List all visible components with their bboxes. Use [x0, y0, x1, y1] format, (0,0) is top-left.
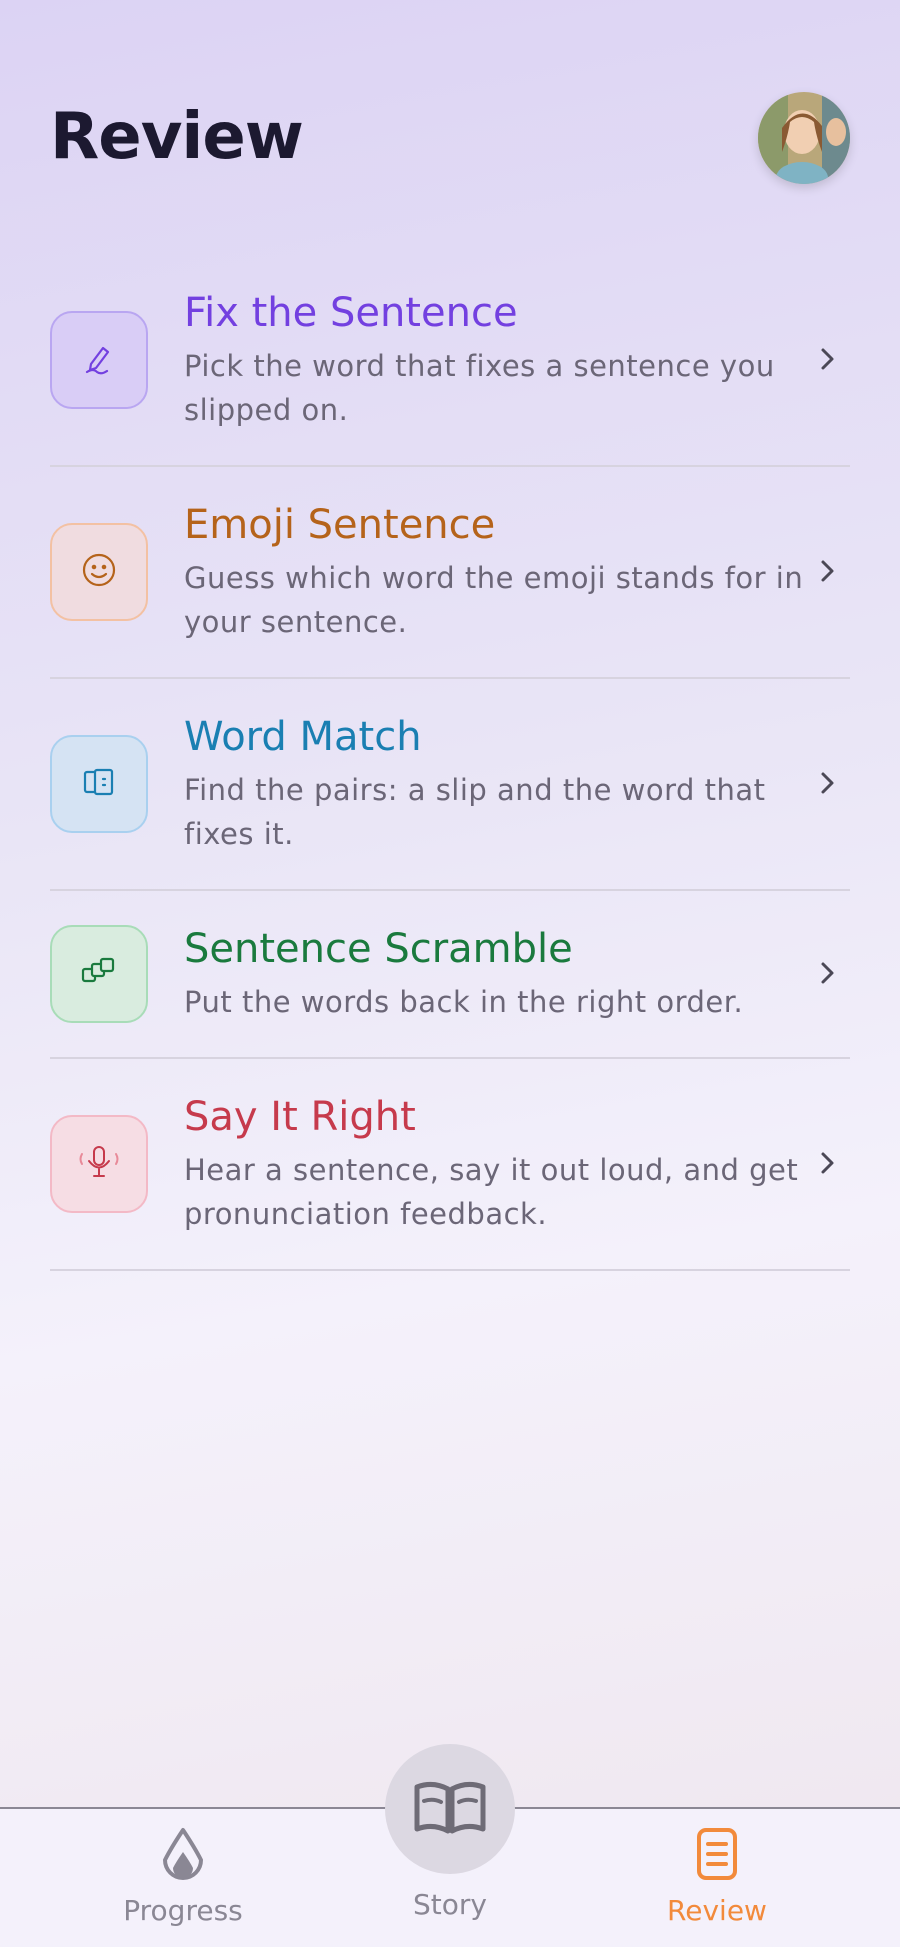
blocks-icon	[79, 955, 119, 993]
list-item-word-match[interactable]: Word Match Find the pairs: a slip and th…	[50, 679, 850, 891]
item-description: Find the pairs: a slip and the word that…	[184, 773, 766, 851]
item-title: Emoji Sentence	[184, 502, 496, 548]
chevron-right-icon	[820, 954, 836, 994]
header: Review	[50, 92, 850, 210]
tab-review-label: Review	[667, 1894, 767, 1927]
sentence-scramble-icon-box	[50, 925, 148, 1023]
item-title: Sentence Scramble	[184, 926, 573, 972]
tab-story-label: Story	[413, 1888, 487, 1921]
document-icon	[695, 1828, 739, 1886]
cards-icon	[80, 763, 118, 805]
item-description: Put the words back in the right order.	[184, 985, 744, 1019]
item-description: Hear a sentence, say it out loud, and ge…	[184, 1153, 799, 1231]
word-match-icon-box	[50, 735, 148, 833]
story-button[interactable]	[385, 1744, 515, 1874]
open-book-icon	[411, 1777, 489, 1841]
drop-icon	[157, 1828, 209, 1886]
list-item-emoji-sentence[interactable]: Emoji Sentence Guess which word the emoj…	[50, 467, 850, 679]
review-list: Fix the Sentence Pick the word that fixe…	[50, 255, 850, 1271]
microphone-icon	[74, 1142, 124, 1186]
item-title: Say It Right	[184, 1094, 416, 1140]
chevron-right-icon	[820, 764, 836, 804]
list-item-fix-the-sentence[interactable]: Fix the Sentence Pick the word that fixe…	[50, 255, 850, 467]
list-item-say-it-right[interactable]: Say It Right Hear a sentence, say it out…	[50, 1059, 850, 1271]
chevron-right-icon	[820, 552, 836, 592]
tab-progress-label: Progress	[123, 1894, 243, 1927]
smiley-icon	[80, 551, 118, 593]
say-it-right-icon-box	[50, 1115, 148, 1213]
tab-progress[interactable]: Progress	[83, 1826, 283, 1927]
avatar[interactable]	[758, 92, 850, 184]
fix-sentence-icon-box	[50, 311, 148, 409]
emoji-sentence-icon-box	[50, 523, 148, 621]
page-title: Review	[50, 100, 304, 174]
item-title: Fix the Sentence	[184, 290, 518, 336]
tab-review[interactable]: Review	[617, 1826, 817, 1927]
chevron-right-icon	[820, 1144, 836, 1184]
item-title: Word Match	[184, 714, 422, 760]
tab-story[interactable]: Story	[350, 1888, 550, 1921]
list-item-sentence-scramble[interactable]: Sentence Scramble Put the words back in …	[50, 891, 850, 1059]
chevron-right-icon	[820, 340, 836, 380]
item-description: Guess which word the emoji stands for in…	[184, 561, 804, 639]
item-description: Pick the word that fixes a sentence you …	[184, 349, 775, 427]
pencil-icon	[81, 340, 117, 380]
